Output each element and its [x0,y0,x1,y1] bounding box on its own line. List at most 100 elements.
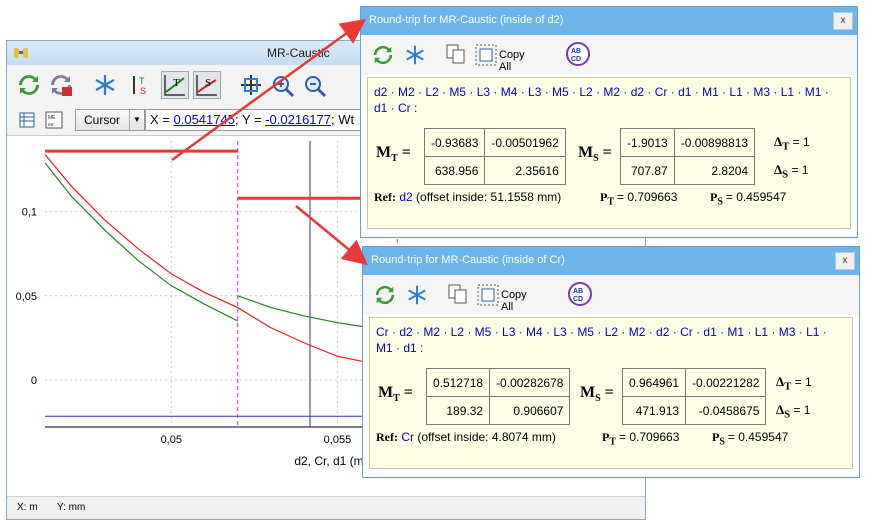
ms-c: 471.913 [621,396,687,425]
delta-s-value: = 1 [793,403,811,417]
y-value-link[interactable]: -0.0216177 [265,112,331,127]
abcd-icon[interactable]: ABCD [565,41,591,67]
y-unit-status: Y: mm [57,502,86,513]
y-tick-label: 0,1 [22,207,37,219]
x-tick-label: 0,055 [324,434,352,446]
mt-d: 0.906607 [489,396,571,425]
delta-t-value: = 1 [792,135,810,149]
y-prefix: ; Y = [234,112,266,127]
refresh-button[interactable] [15,71,43,99]
mt-d: 2.35616 [484,156,566,185]
ms-label: MS = [578,144,612,165]
mt-matrix: -0.93683 -0.00501962 638.956 2.35616 [423,128,566,185]
mt-a: 0.512718 [425,368,491,397]
list-settings-icon[interactable]: MEee [45,111,63,129]
cursor-mode-select[interactable]: Cursor ▼ [75,109,145,131]
ref-offset: (offset inside: 4.8074 mm) [417,430,556,444]
copy-all-icon [477,284,499,306]
status-bar: X: m Y: mm [7,496,645,519]
delta-t-value: = 1 [794,375,812,389]
close-button[interactable]: x [833,12,853,30]
abcd-icon[interactable]: ABCD [567,281,593,307]
t-plot-icon: T [164,75,185,96]
ref-element-link[interactable]: d2 [399,190,412,204]
copy-all-label: Copy All [501,289,527,313]
app-icon [14,48,28,58]
svg-text:T: T [173,77,180,89]
svg-text:ee: ee [48,122,54,128]
roundtrip-popup-cr: Round-trip for MR-Caustic (inside of Cr)… [362,246,860,478]
zoom-out-icon [305,76,327,98]
x-unit-status: X: m [17,502,38,513]
series-line [44,162,239,322]
x-value-link[interactable]: 0.0541745 [174,112,235,127]
ms-matrix: 0.964961 -0.00221282 471.913 -0.0458675 [621,368,767,425]
x-tick-label: 0,05 [161,434,182,446]
mt-a: -0.93683 [423,128,486,157]
ms-a: -1.9013 [620,128,675,157]
mt-b: -0.00501962 [484,128,566,157]
chevron-down-icon: ▼ [129,110,144,130]
element-path: d2 · M2 · L2 · M5 · L3 · M4 · L3 · M5 · … [374,85,829,115]
popup-body: d2 · M2 · L2 · M5 · L3 · M4 · L3 · M5 · … [367,77,851,229]
delta-s-value: = 1 [791,163,809,177]
mt-label: MT = [378,384,413,405]
ref-label: Ref: [374,190,396,204]
snowflake-button[interactable] [91,71,119,99]
ms-b: -0.00898813 [673,128,756,157]
refresh-remove-button[interactable] [47,71,75,99]
ps-value: PS = 0.459547 [710,190,787,208]
ms-label: MS = [580,384,614,405]
ref-element-link[interactable]: Cr [401,430,414,444]
popup-title: Round-trip for MR-Caustic (inside of d2) [369,14,564,26]
snowflake-icon[interactable] [405,283,429,307]
delta-s: ΔS = 1 [774,162,809,181]
copy-icon[interactable] [445,43,467,65]
ms-c: 707.87 [620,156,675,185]
svg-text:AB: AB [571,48,581,55]
ts-toggle-button[interactable]: TS [129,71,157,99]
ref-offset: (offset inside: 51.1558 mm) [416,190,562,204]
table-icon[interactable] [19,112,35,128]
zoom-in-icon [273,76,295,98]
main-window-title: MR-Caustic [267,46,330,60]
zoom-out-button[interactable] [301,71,329,99]
mt-b: -0.00282678 [489,368,571,397]
copy-all-icon [475,44,497,66]
close-icon: x [842,255,848,266]
pt-value: PT = 0.709663 [600,190,678,208]
svg-text:ME: ME [48,115,56,121]
mt-matrix: 0.512718 -0.00282678 189.32 0.906607 [425,368,571,425]
popup-title: Round-trip for MR-Caustic (inside of Cr) [371,254,565,266]
refresh-icon[interactable] [373,283,397,307]
ts-icon: TS [133,76,146,96]
element-path: Cr · d2 · M2 · L2 · M5 · L3 · M4 · L3 · … [376,325,827,355]
s-plot-icon: S [196,75,217,96]
cursor-coordinates: X = 0.0541745; Y = -0.0216177; Wt [145,109,375,131]
s-plane-button[interactable]: S [193,71,221,99]
move-arrows-icon [241,75,261,95]
copy-all-label: Copy All [499,49,525,73]
mt-c: 189.32 [425,396,491,425]
reference-line: Ref: Cr (offset inside: 4.8074 mm) PT = … [376,430,846,448]
coord-tail: ; Wt [330,112,355,127]
ref-label: Ref: [376,430,398,444]
mt-c: 638.956 [423,156,486,185]
snowflake-icon[interactable] [403,43,427,67]
ms-d: 2.8204 [673,156,756,185]
t-plane-button[interactable]: T [161,71,189,99]
svg-text:S: S [205,77,211,89]
svg-text:T: T [139,76,145,86]
snowflake-icon [95,75,115,95]
close-button[interactable]: x [835,252,855,270]
copy-icon[interactable] [447,283,469,305]
x-prefix: X = [150,112,174,127]
popup-titlebar: Round-trip for MR-Caustic (inside of d2)… [361,7,857,35]
close-icon: x [840,15,846,26]
svg-text:AB: AB [573,288,583,295]
refresh-remove-icon [51,75,72,96]
refresh-icon[interactable] [371,43,395,67]
zoom-in-button[interactable] [269,71,297,99]
ps-value: PS = 0.459547 [712,430,789,448]
fit-view-button[interactable] [237,71,265,99]
